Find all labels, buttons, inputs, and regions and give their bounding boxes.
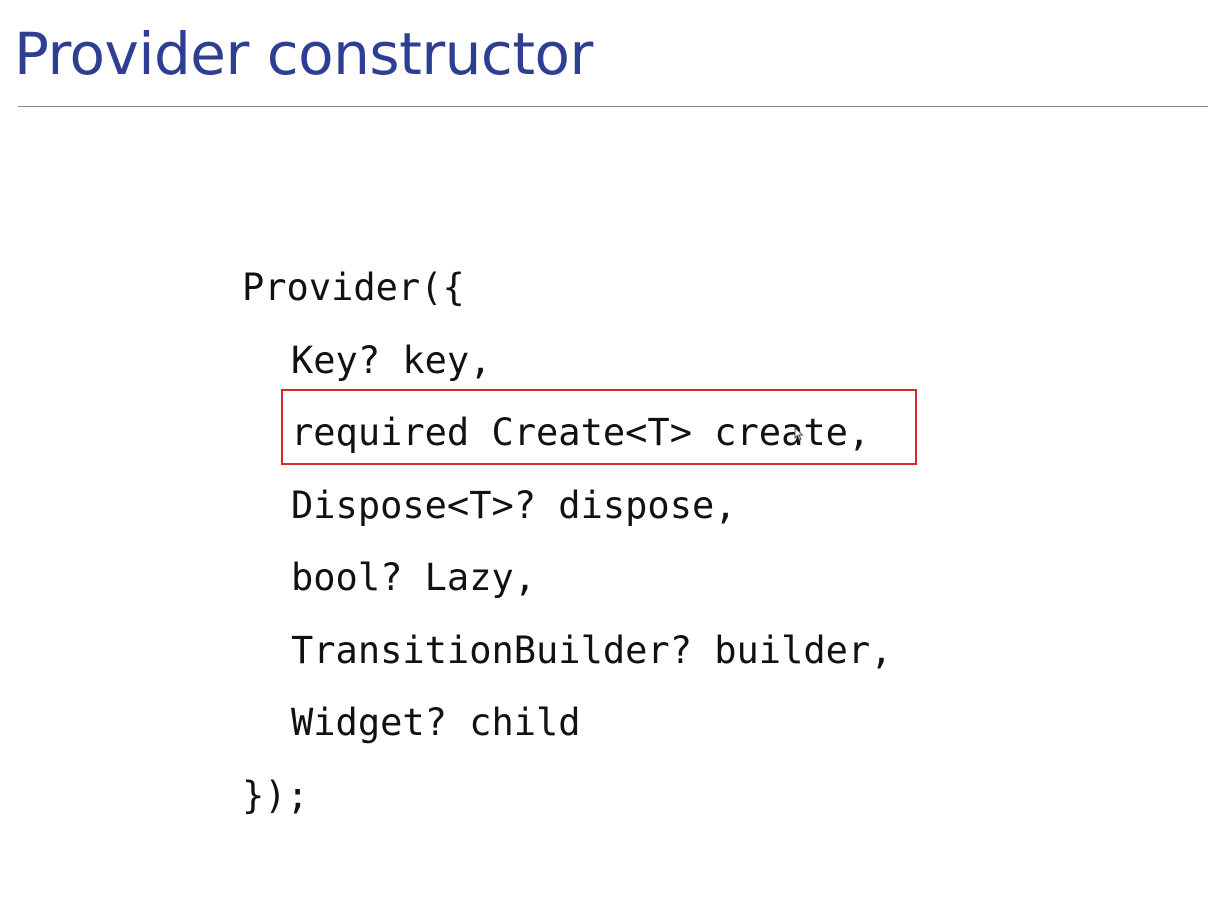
code-line-key: Key? key,: [291, 338, 492, 382]
code-block: Provider({ Key? key, required Create<T> …: [242, 252, 892, 832]
code-line-builder: TransitionBuilder? builder,: [291, 628, 893, 672]
code-line-dispose: Dispose<T>? dispose,: [291, 483, 737, 527]
code-line-provider-close: });: [242, 773, 309, 817]
mouse-pointer-icon: [794, 427, 804, 441]
code-line-lazy: bool? Lazy,: [291, 556, 537, 599]
highlight-box: [281, 389, 917, 465]
slide-title: Provider constructor: [14, 20, 593, 88]
code-line-provider-open: Provider({: [242, 266, 465, 309]
code-line-child: Widget? child: [291, 701, 581, 744]
title-divider: [18, 106, 1208, 107]
